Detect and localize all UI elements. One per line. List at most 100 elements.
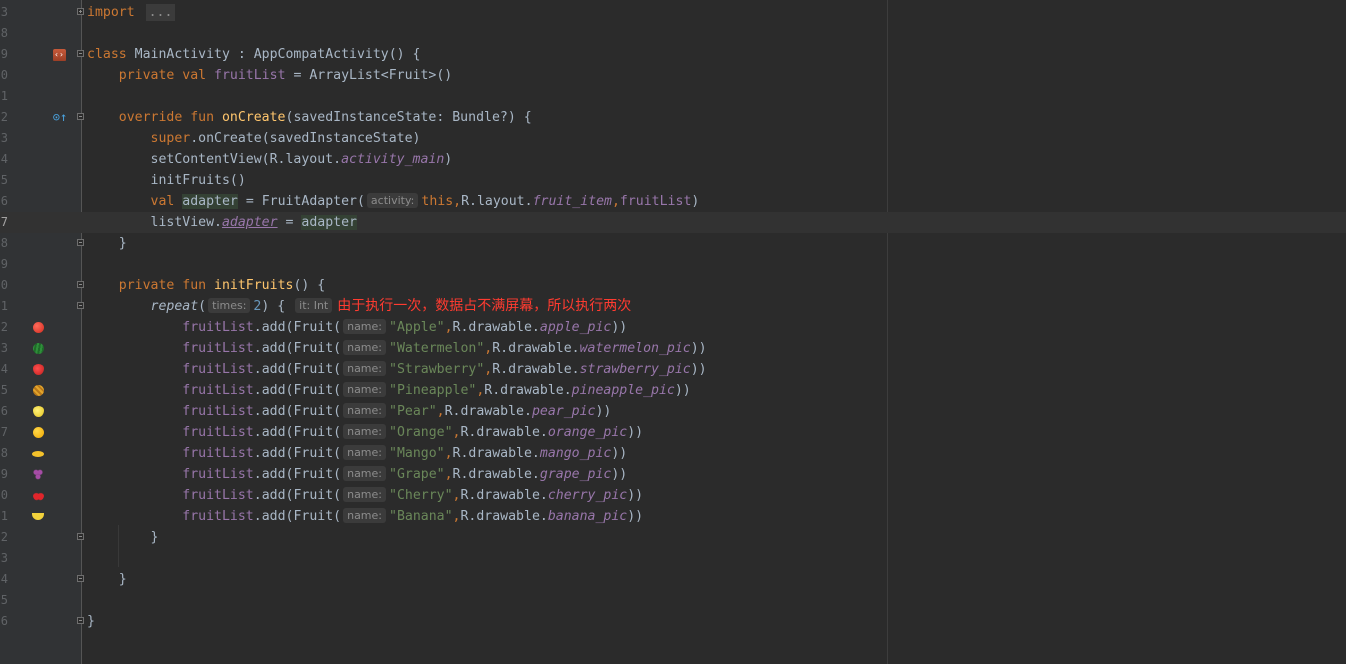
code-text[interactable]: fruitList.add(Fruit(name: "Grape",R.drawa…	[87, 464, 627, 485]
code-text[interactable]: override fun onCreate(savedInstanceState…	[87, 107, 532, 128]
code-token: "Apple"	[389, 320, 445, 335]
code-token: R.drawable.	[460, 488, 548, 503]
fold-marker-icon[interactable]	[77, 113, 84, 120]
override-method-icon[interactable]: ⊙↑	[51, 107, 69, 128]
watermelon-icon[interactable]	[29, 338, 47, 359]
code-token: fruitList	[182, 425, 254, 440]
code-text[interactable]: initFruits()	[87, 170, 246, 191]
code-text[interactable]: fruitList.add(Fruit(name: "Orange",R.draw…	[87, 422, 643, 443]
fold-marker-icon[interactable]	[77, 575, 84, 582]
line-number: 1	[0, 509, 8, 523]
code-token: () {	[293, 278, 326, 293]
code-line[interactable]: 1 repeat(times: 2) { it: Int 由于执行一次，数据占不满屏…	[0, 296, 1346, 317]
code-line[interactable]: 2 ⊙↑ override fun onCreate(savedInstanceS…	[0, 107, 1346, 128]
code-token: repeat	[150, 299, 199, 314]
code-line[interactable]: 9 fruitList.add(Fruit(name: "Grape",R.dra…	[0, 464, 1346, 485]
code-editor[interactable]: 3 import ... 8 9 ‹› class MainActivity : AppC…	[0, 0, 1346, 664]
code-text[interactable]: fruitList.add(Fruit(name: "Cherry",R.draw…	[87, 485, 643, 506]
parameter-hint: times:	[208, 298, 251, 313]
code-token: ,	[436, 404, 445, 419]
code-line[interactable]: 9	[0, 254, 1346, 275]
code-line[interactable]: 9 ‹› class MainActivity : AppCompatActivit…	[0, 44, 1346, 65]
code-text[interactable]: repeat(times: 2) { it: Int 由于执行一次，数据占不满屏幕，…	[87, 296, 631, 317]
code-line[interactable]: 1	[0, 86, 1346, 107]
code-line[interactable]: 0 private val fruitList = ArrayList<Frui…	[0, 65, 1346, 86]
code-text[interactable]: class MainActivity : AppCompatActivity()…	[87, 44, 420, 65]
code-token: fruitList	[182, 341, 254, 356]
code-token: fruitList	[214, 68, 286, 83]
code-line[interactable]: 8 }	[0, 233, 1346, 254]
mango-icon[interactable]	[29, 443, 47, 464]
code-line[interactable]: 8 fruitList.add(Fruit(name: "Mango",R.dra…	[0, 443, 1346, 464]
code-text[interactable]: fruitList.add(Fruit(name: "Pear",R.drawab…	[87, 401, 611, 422]
code-text[interactable]: }	[87, 233, 127, 254]
code-line[interactable]: 6}	[0, 611, 1346, 632]
fold-marker-icon[interactable]	[77, 8, 84, 15]
code-token: (	[198, 299, 207, 314]
fold-marker-icon[interactable]	[77, 617, 84, 624]
strawberry-icon[interactable]	[29, 359, 47, 380]
parameter-hint: activity:	[366, 193, 419, 208]
code-line[interactable]: 6 val adapter = FruitAdapter(activity: th…	[0, 191, 1346, 212]
code-token: .onCreate(savedInstanceState)	[190, 131, 421, 146]
pineapple-icon[interactable]	[29, 380, 47, 401]
code-line[interactable]: 5 fruitList.add(Fruit(name: "Pineapple",R…	[0, 380, 1346, 401]
apple-icon[interactable]	[29, 317, 47, 338]
grape-icon[interactable]	[29, 464, 47, 485]
code-line[interactable]: 2 fruitList.add(Fruit(name: "Apple",R.dra…	[0, 317, 1346, 338]
fold-marker-icon[interactable]	[77, 281, 84, 288]
code-line[interactable]: 6 fruitList.add(Fruit(name: "Pear",R.draw…	[0, 401, 1346, 422]
pear-icon[interactable]	[29, 401, 47, 422]
code-token: apple_pic	[539, 320, 612, 335]
code-text[interactable]: }	[87, 569, 127, 590]
fold-marker-icon[interactable]	[77, 239, 84, 246]
code-line[interactable]: 5	[0, 590, 1346, 611]
code-line[interactable]: 4 }	[0, 569, 1346, 590]
code-line[interactable]: 0 fruitList.add(Fruit(name: "Cherry",R.dr…	[0, 485, 1346, 506]
code-line[interactable]: 2 }	[0, 527, 1346, 548]
code-line[interactable]: 4 fruitList.add(Fruit(name: "Strawberry",…	[0, 359, 1346, 380]
orange-icon[interactable]	[29, 422, 47, 443]
line-number: 9	[0, 47, 8, 61]
code-text[interactable]: fruitList.add(Fruit(name: "Banana",R.draw…	[87, 506, 643, 527]
code-text[interactable]: private fun initFruits() {	[87, 275, 325, 296]
code-text[interactable]: }	[87, 611, 95, 632]
code-text[interactable]: fruitList.add(Fruit(name: "Pineapple",R.d…	[87, 380, 691, 401]
folded-imports[interactable]: ...	[145, 4, 176, 21]
parameter-hint: name:	[343, 466, 386, 481]
code-line[interactable]: 7 fruitList.add(Fruit(name: "Orange",R.dr…	[0, 422, 1346, 443]
fold-marker-icon[interactable]	[77, 302, 84, 309]
android-activity-icon[interactable]: ‹›	[50, 44, 68, 65]
code-text[interactable]: listView.adapter = adapter	[87, 212, 357, 233]
code-text[interactable]: setContentView(R.layout.activity_main)	[87, 149, 453, 170]
line-number: 6	[0, 194, 8, 208]
code-text[interactable]: val adapter = FruitAdapter(activity: this…	[87, 191, 699, 212]
banana-icon[interactable]	[29, 506, 47, 527]
code-line[interactable]: 3 fruitList.add(Fruit(name: "Watermelon",…	[0, 338, 1346, 359]
code-text[interactable]: }	[87, 527, 159, 548]
fold-marker-icon[interactable]	[77, 533, 84, 540]
code-text[interactable]: private val fruitList = ArrayList<Fruit>…	[87, 65, 452, 86]
fold-marker-icon[interactable]	[77, 50, 84, 57]
code-token: fruitList	[182, 509, 254, 524]
annotation-comment: 由于执行一次，数据占不满屏幕，所以执行两次	[337, 298, 632, 314]
line-number: 7	[0, 425, 8, 439]
code-line[interactable]: 3 import ...	[0, 2, 1346, 23]
code-text[interactable]: fruitList.add(Fruit(name: "Strawberry",R.…	[87, 359, 707, 380]
code-text[interactable]: super.onCreate(savedInstanceState)	[87, 128, 421, 149]
code-text[interactable]: import ...	[87, 2, 176, 23]
code-line[interactable]: 3 super.onCreate(savedInstanceState)	[0, 128, 1346, 149]
code-line[interactable]: 8	[0, 23, 1346, 44]
cherry-icon[interactable]	[29, 485, 47, 506]
code-line[interactable]: 3	[0, 548, 1346, 569]
code-line[interactable]: 7 listView.adapter = adapter	[0, 212, 1346, 233]
code-text[interactable]: fruitList.add(Fruit(name: "Apple",R.drawa…	[87, 317, 627, 338]
code-line[interactable]: 1 fruitList.add(Fruit(name: "Banana",R.dr…	[0, 506, 1346, 527]
code-line[interactable]: 0 private fun initFruits() {	[0, 275, 1346, 296]
line-number: 4	[0, 362, 8, 376]
code-line[interactable]: 5 initFruits()	[0, 170, 1346, 191]
code-line[interactable]: 4 setContentView(R.layout.activity_main)	[0, 149, 1346, 170]
code-text[interactable]: fruitList.add(Fruit(name: "Mango",R.drawa…	[87, 443, 627, 464]
code-text[interactable]: fruitList.add(Fruit(name: "Watermelon",R.…	[87, 338, 707, 359]
